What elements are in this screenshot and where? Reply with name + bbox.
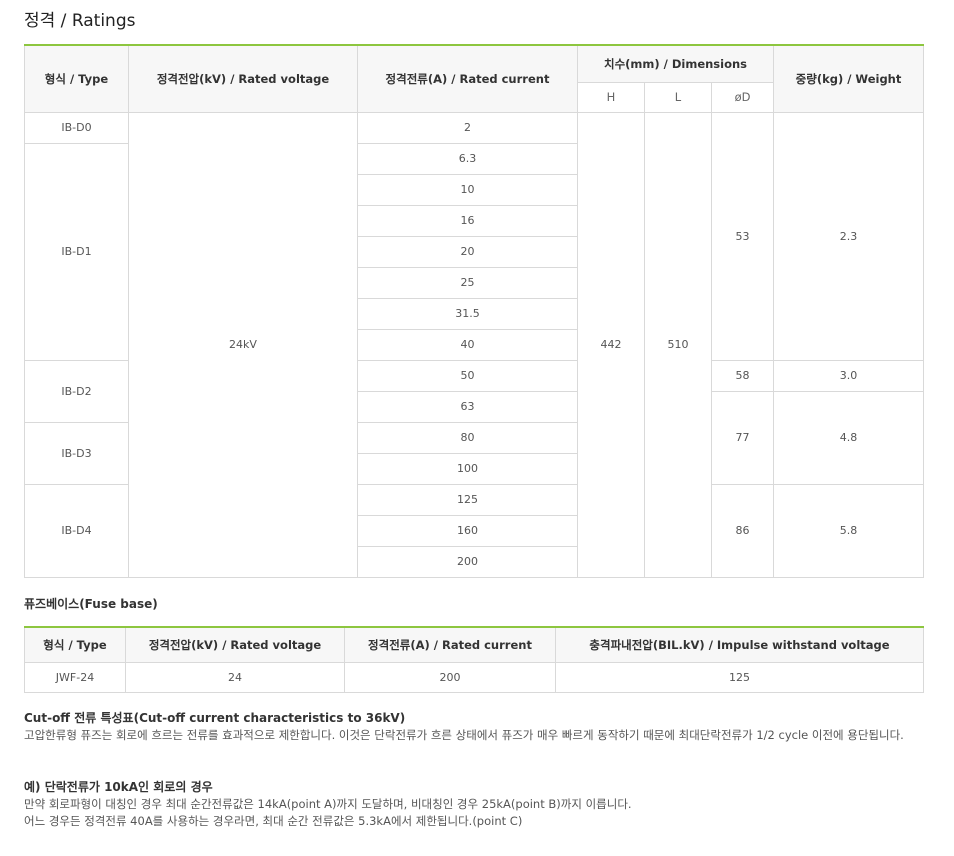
current-cell: 6.3 — [357, 142, 578, 175]
type-cell: IB-D3 — [24, 421, 129, 485]
fb-current-cell: 200 — [344, 661, 556, 693]
header-h: H — [577, 81, 645, 113]
current-cell: 63 — [357, 390, 578, 423]
current-cell: 125 — [357, 483, 578, 516]
weight-cell: 5.8 — [773, 483, 925, 578]
ratings-table: 형식 / Type 정격전압(kV) / Rated voltage 정격전류(… — [24, 44, 925, 578]
diameter-cell: 53 — [710, 111, 775, 361]
header-type: 형식 / Type — [24, 44, 129, 113]
header-l: L — [644, 81, 712, 113]
current-cell: 25 — [357, 266, 578, 299]
fuse-base-table: 형식 / Type 정격전압(kV) / Rated voltage 정격전류(… — [24, 626, 924, 693]
height-cell: 442 — [577, 111, 645, 578]
current-cell: 80 — [357, 421, 578, 454]
weight-cell: 3.0 — [773, 359, 925, 392]
header-rated-voltage: 정격전압(kV) / Rated voltage — [128, 44, 358, 113]
header-weight: 중량(kg) / Weight — [773, 44, 925, 113]
fb-header-type: 형식 / Type — [24, 626, 126, 663]
fb-bil-cell: 125 — [555, 661, 924, 693]
voltage-cell: 24kV — [128, 111, 358, 578]
current-cell: 40 — [357, 328, 578, 361]
current-cell: 100 — [357, 452, 578, 485]
example-heading: 예) 단락전류가 10kA인 회로의 경우 — [24, 780, 213, 794]
example-section: 예) 단락전류가 10kA인 회로의 경우 만약 회로파형이 대칭인 경우 최대… — [24, 779, 924, 830]
weight-cell: 4.8 — [773, 390, 925, 485]
fb-header-voltage: 정격전압(kV) / Rated voltage — [125, 626, 345, 663]
cutoff-section: Cut-off 전류 특성표(Cut-off current character… — [24, 710, 924, 744]
diameter-cell: 86 — [710, 483, 775, 578]
diameter-cell: 58 — [710, 359, 775, 392]
fb-header-current: 정격전류(A) / Rated current — [344, 626, 556, 663]
diameter-cell: 77 — [710, 390, 775, 485]
fb-voltage-cell: 24 — [125, 661, 345, 693]
current-cell: 200 — [357, 545, 578, 578]
header-d: øD — [710, 81, 775, 113]
type-cell: IB-D4 — [24, 483, 129, 578]
type-cell: IB-D0 — [24, 111, 129, 144]
current-cell: 31.5 — [357, 297, 578, 330]
length-cell: 510 — [644, 111, 712, 578]
cutoff-heading: Cut-off 전류 특성표(Cut-off current character… — [24, 711, 406, 725]
current-cell: 50 — [357, 359, 578, 392]
fuse-base-label: 퓨즈베이스(Fuse base) — [24, 597, 158, 611]
type-cell: IB-D2 — [24, 359, 129, 423]
type-cell: IB-D1 — [24, 142, 129, 361]
page-title: 정격 / Ratings — [24, 11, 136, 31]
current-cell: 20 — [357, 235, 578, 268]
header-rated-current: 정격전류(A) / Rated current — [357, 44, 578, 113]
fb-type-cell: JWF-24 — [24, 661, 126, 693]
example-line-2: 어느 경우든 정격전류 40A를 사용하는 경우라면, 최대 순간 전류값은 5… — [24, 814, 523, 828]
fb-header-bil: 충격파내전압(BIL.kV) / Impulse withstand volta… — [555, 626, 924, 663]
weight-cell: 2.3 — [773, 111, 925, 361]
cutoff-text: 고압한류형 퓨즈는 회로에 흐르는 전류를 효과적으로 제한합니다. 이것은 단… — [24, 728, 904, 742]
current-cell: 16 — [357, 204, 578, 237]
current-cell: 2 — [357, 111, 578, 144]
example-line-1: 만약 회로파형이 대칭인 경우 최대 순간전류값은 14kA(point A)까… — [24, 797, 632, 811]
header-dimensions: 치수(mm) / Dimensions — [576, 44, 775, 83]
current-cell: 10 — [357, 173, 578, 206]
current-cell: 160 — [357, 514, 578, 547]
